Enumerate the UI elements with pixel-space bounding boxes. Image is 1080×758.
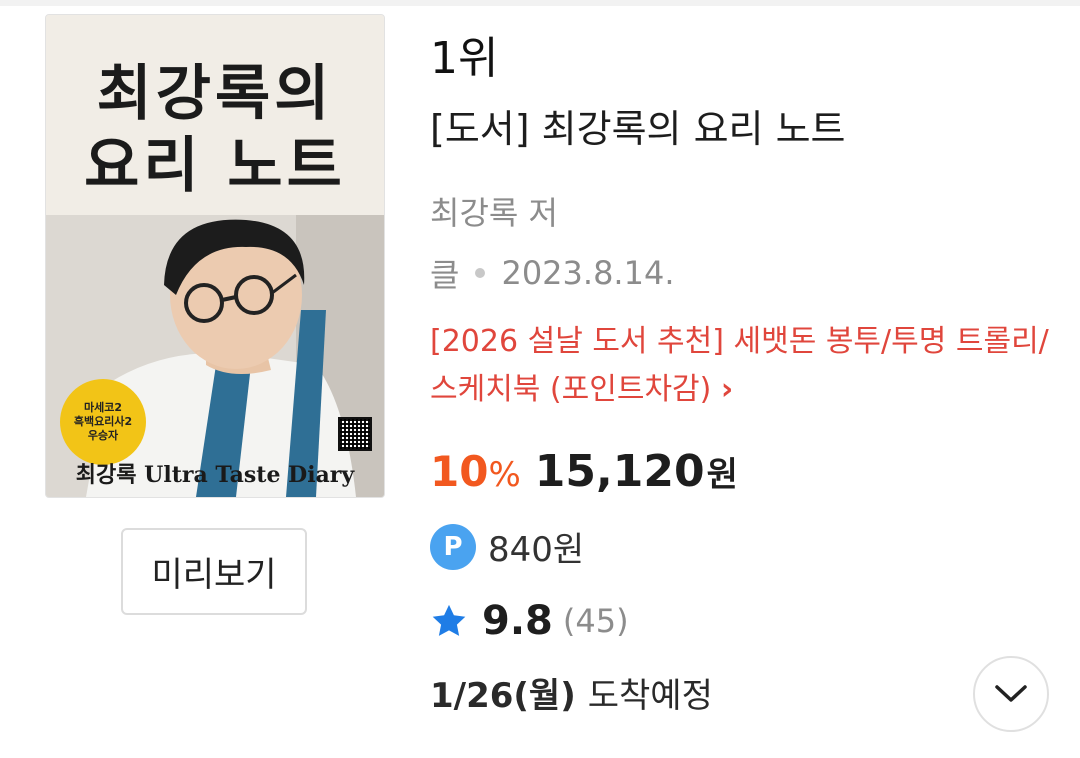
delivery-status: 도착예정 bbox=[587, 676, 713, 716]
badge-line2: 흑백요리사2 bbox=[73, 415, 133, 428]
rating-score: 9.8 bbox=[482, 598, 553, 644]
top-divider bbox=[0, 0, 1080, 6]
points-row: P 840원 bbox=[430, 522, 584, 571]
chevron-right-icon: › bbox=[720, 372, 734, 407]
promotion-link[interactable]: [2026 설날 도서 추천] 세뱃돈 봉투/투명 트롤리/스케치북 (포인트차… bbox=[430, 318, 1050, 414]
book-cover-image[interactable]: 최강록의 요리 노트 마세코2 흑백요리사2 우승자 최강록 Ultra Tas… bbox=[45, 14, 385, 498]
cover-title-line1: 최강록의 bbox=[96, 59, 334, 129]
review-count: (45) bbox=[562, 602, 629, 640]
sale-price: 15,120 bbox=[534, 446, 705, 497]
publisher-row: 클 2023.8.14. bbox=[430, 250, 674, 296]
badge-line3: 우승자 bbox=[87, 429, 119, 442]
author-link[interactable]: 최강록 저 bbox=[430, 188, 558, 234]
book-title-link[interactable]: [도서] 최강록의 요리 노트 bbox=[430, 98, 846, 153]
winner-badge: 마세코2 흑백요리사2 우승자 bbox=[60, 379, 146, 465]
cover-photo: 마세코2 흑백요리사2 우승자 최강록 Ultra Taste Diary bbox=[46, 215, 384, 497]
points-value: 840원 bbox=[488, 530, 585, 570]
discount-rate: 10 bbox=[430, 447, 489, 496]
rating-row[interactable]: 9.8 (45) bbox=[430, 598, 629, 644]
price-row: 10 % 15,120 원 bbox=[430, 446, 738, 497]
promotion-text: [2026 설날 도서 추천] 세뱃돈 봉투/투명 트롤리/스케치북 (포인트차… bbox=[430, 324, 1049, 407]
delivery-date: 1/26(월) bbox=[430, 676, 576, 716]
points-icon: P bbox=[430, 523, 476, 570]
badge-line1: 마세코2 bbox=[83, 401, 122, 414]
cover-subtitle: 최강록 Ultra Taste Diary bbox=[75, 462, 355, 488]
delivery-row: 1/26(월) 도착예정 bbox=[430, 668, 713, 717]
separator-dot bbox=[475, 268, 486, 278]
price-unit: 원 bbox=[706, 455, 738, 495]
star-icon bbox=[432, 604, 466, 636]
publisher-link[interactable]: 클 bbox=[430, 250, 459, 296]
cover-title-area: 최강록의 요리 노트 bbox=[46, 15, 384, 215]
chevron-down-icon bbox=[995, 685, 1027, 702]
expand-button[interactable] bbox=[973, 656, 1049, 732]
publication-date: 2023.8.14. bbox=[501, 254, 675, 292]
rank-label: 1위 bbox=[430, 33, 499, 84]
discount-unit: % bbox=[488, 455, 521, 495]
cover-title-line2: 요리 노트 bbox=[84, 131, 346, 201]
preview-button[interactable]: 미리보기 bbox=[121, 528, 307, 615]
qr-code-icon bbox=[338, 417, 372, 451]
